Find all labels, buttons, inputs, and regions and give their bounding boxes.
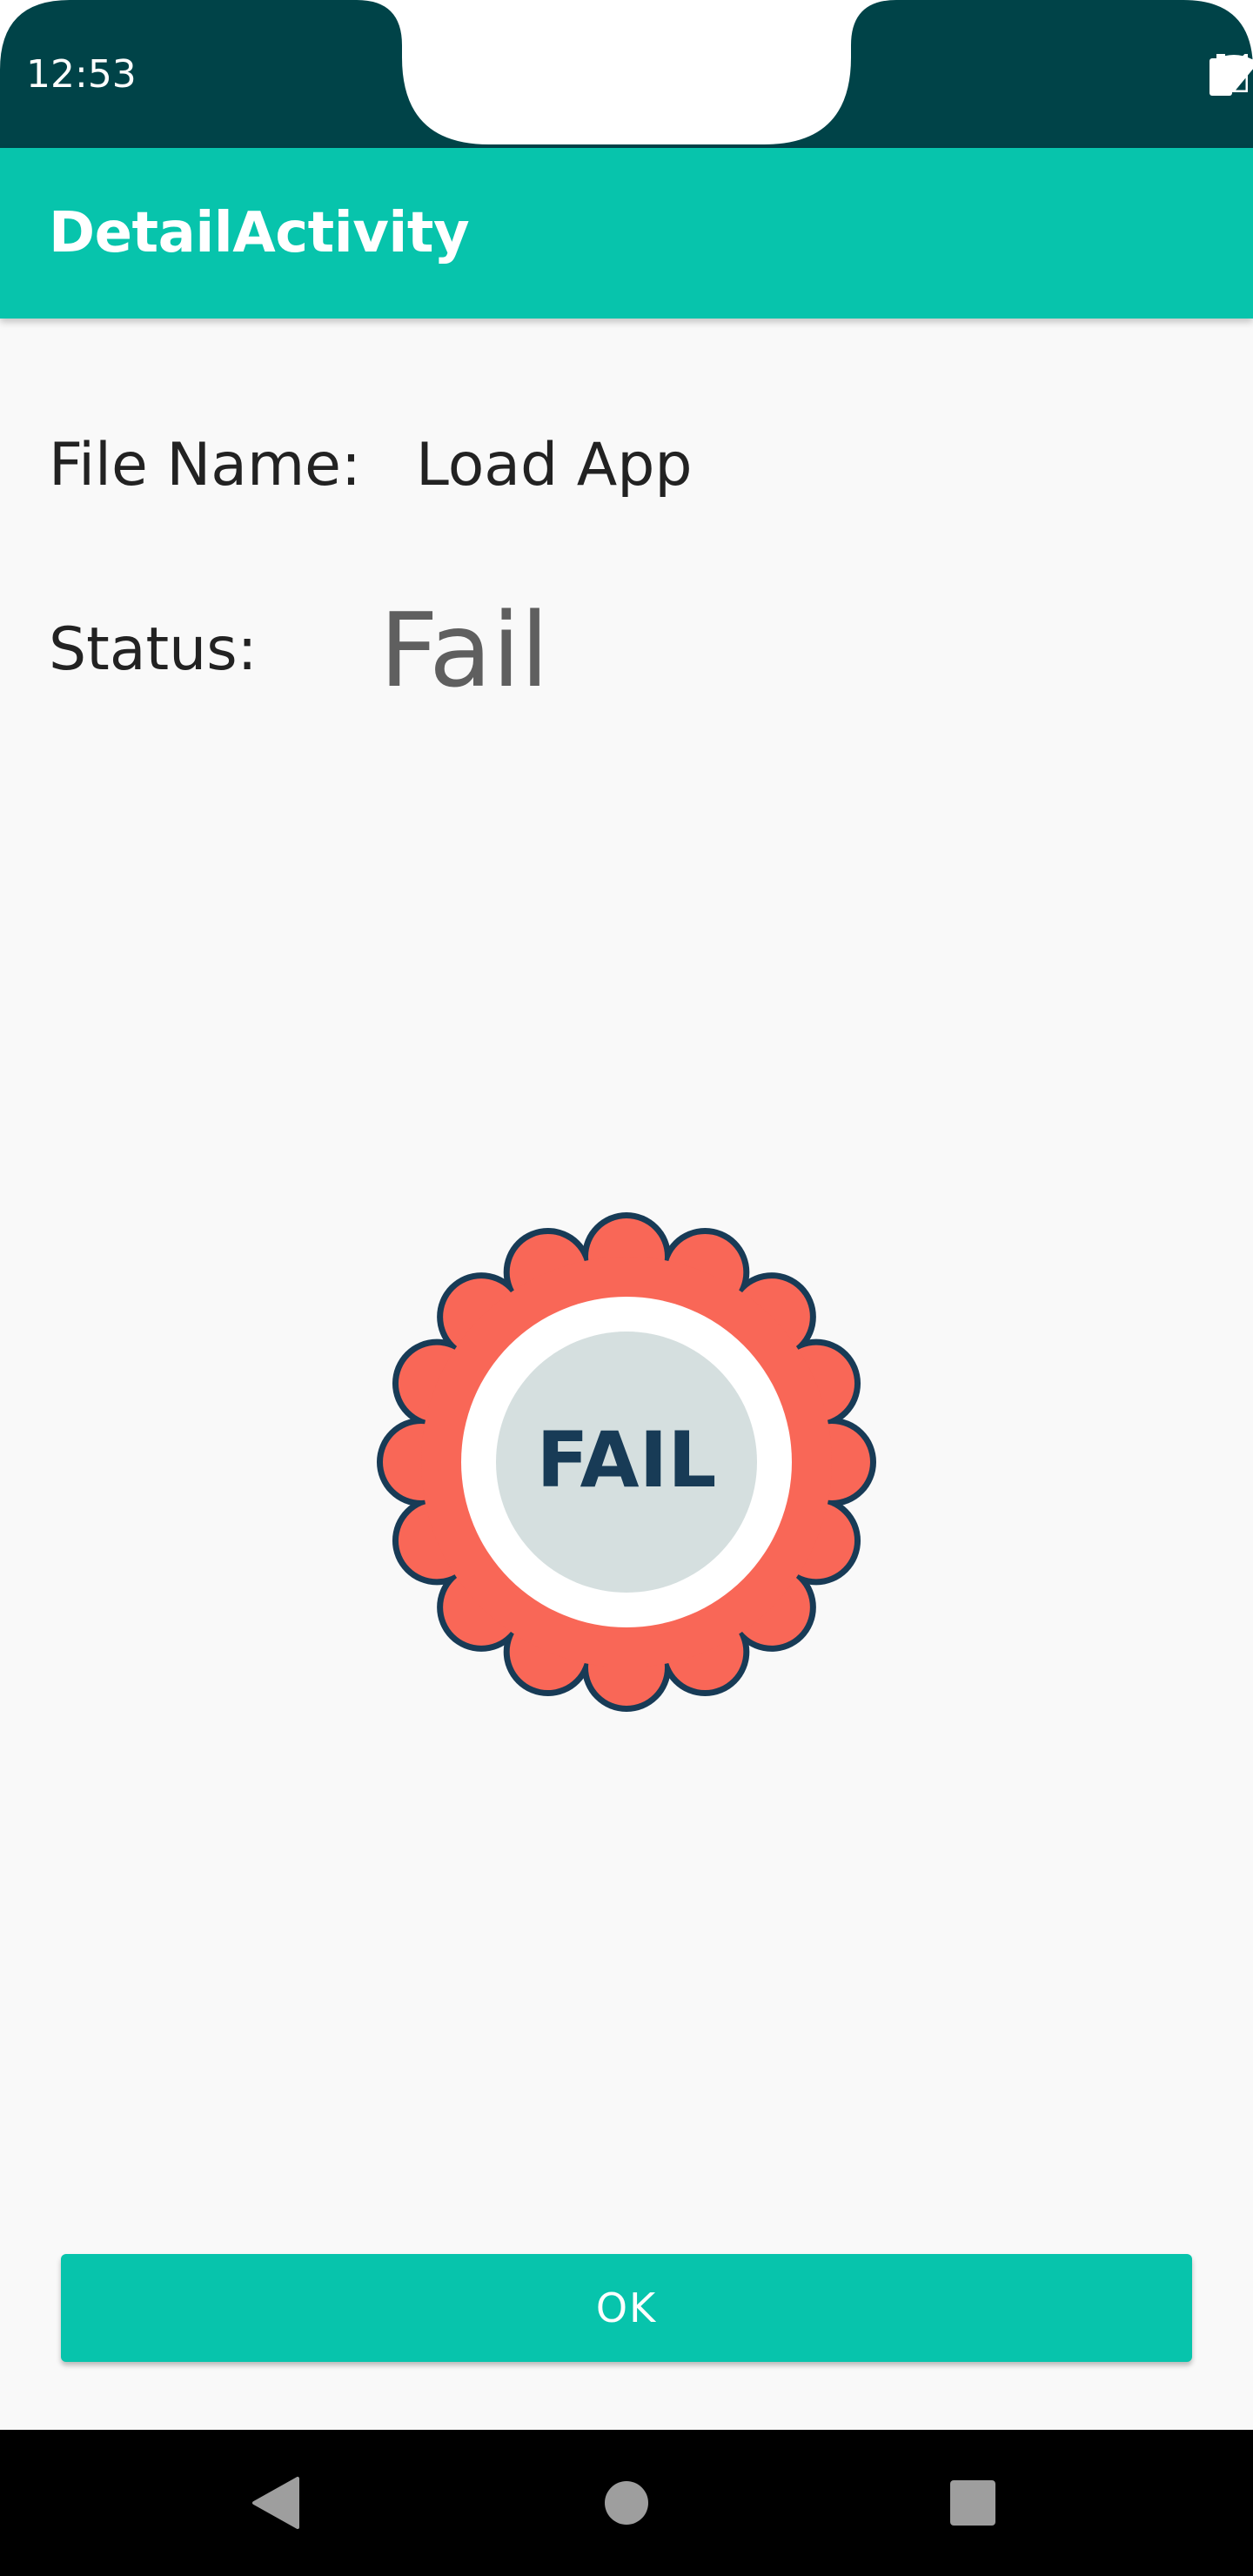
status-time: 12:53 [26, 52, 137, 97]
navigation-bar [0, 2430, 1253, 2576]
file-name-label: File Name: [49, 431, 361, 500]
back-icon [252, 2477, 299, 2529]
status-icons [1209, 54, 1253, 96]
back-button[interactable] [231, 2459, 318, 2546]
status-bar-notch-shape [0, 0, 1253, 148]
detail-screen: 12:53 DetailActivity File Name: Load App… [0, 0, 1253, 2576]
app-bar-title: DetailActivity [49, 201, 470, 265]
status-value: Fail [379, 590, 549, 710]
app-bar: DetailActivity [0, 148, 1253, 319]
recents-button[interactable] [929, 2459, 1016, 2546]
home-icon [605, 2481, 648, 2525]
home-button[interactable] [583, 2459, 670, 2546]
ok-button[interactable]: OK [61, 2254, 1192, 2362]
fail-badge-icon: FAIL [374, 1210, 879, 1714]
status-bar: 12:53 [0, 0, 1253, 148]
badge-text: FAIL [537, 1415, 717, 1505]
recents-icon [950, 2480, 995, 2526]
status-label: Status: [49, 615, 258, 684]
file-name-value: Load App [416, 431, 693, 500]
